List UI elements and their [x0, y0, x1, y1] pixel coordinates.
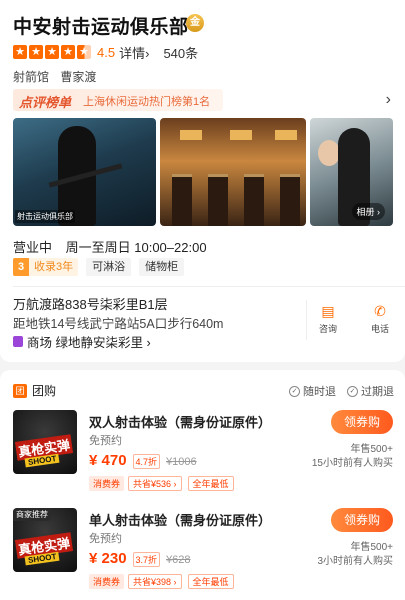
star-icon: ★	[29, 45, 43, 59]
deal-price-row: ¥ 230 3.7折 ¥628	[89, 550, 191, 567]
recent-purchase: 15小时前有人购买	[311, 458, 393, 469]
rating-detail-link[interactable]: 详情›	[119, 43, 149, 62]
deal-original-price: ¥628	[166, 554, 191, 566]
subway-info: 距地铁14号线武宁路站5A口步行640m	[13, 317, 224, 331]
hours-schedule: 周一至周日 10:00–22:00	[65, 240, 207, 255]
deal-price-row: ¥ 470 4.7折 ¥1006	[89, 452, 197, 469]
gold-medal-icon: 金	[186, 14, 204, 32]
annual-sales: 年售500+	[350, 444, 393, 455]
check-icon: ✓	[347, 385, 358, 397]
ranking-text: 上海休闲运动热门榜第1名	[83, 96, 211, 108]
group-deals-section: 团 团购 ✓ 随时退 ✓ 过期退 真枪实弹 SHOOT 双人射击体验（需身份证原…	[0, 370, 405, 600]
open-status: 营业中	[13, 240, 53, 255]
consult-button[interactable]: ▤ 咨询	[308, 303, 348, 335]
gallery-photo-range[interactable]	[160, 118, 306, 226]
star-icon: ★	[61, 45, 75, 59]
group-buy-icon: 团	[13, 383, 27, 398]
shop-title: 中安射击运动俱乐部	[13, 17, 189, 38]
gallery-photo-shooter[interactable]: 射击运动俱乐部	[13, 118, 156, 226]
deal-coupons: 消费券 共省¥398 › 全年最低	[89, 574, 234, 589]
range-lane	[208, 174, 228, 226]
years-label: 收录3年	[29, 258, 79, 276]
deals-title: 团购	[32, 384, 57, 398]
chevron-right-icon: ›	[385, 91, 391, 108]
saving-tag[interactable]: 共省¥536 ›	[128, 476, 182, 491]
range-lane	[280, 174, 300, 226]
years-number: 3	[13, 258, 29, 276]
range-lane	[172, 174, 192, 226]
range-sign	[230, 130, 252, 140]
address[interactable]: 万航渡路838号柒彩里B1层	[13, 294, 168, 313]
photo-gallery[interactable]: 射击运动俱乐部 相册 ›	[13, 118, 393, 226]
review-count[interactable]: 540条	[163, 43, 198, 62]
range-lane	[244, 174, 264, 226]
person-head	[318, 140, 340, 166]
deals-header: 团 团购	[13, 382, 56, 399]
star-icon: ★	[13, 45, 27, 59]
range-sign	[275, 130, 297, 140]
deal-item[interactable]: 真枪实弹 SHOOT 双人射击体验（需身份证原件） 免预约 ¥ 470 4.7折…	[13, 410, 393, 502]
buy-with-coupon-button[interactable]: 领券购	[331, 508, 393, 532]
saving-tag[interactable]: 共省¥398 ›	[128, 574, 182, 589]
buy-with-coupon-button[interactable]: 领券购	[331, 410, 393, 434]
deal-price: ¥ 470	[89, 452, 127, 469]
ranking-label: 点评榜单	[19, 95, 72, 110]
area-tag[interactable]: 曹家渡	[60, 70, 96, 84]
photo-caption: 射击运动俱乐部	[15, 210, 75, 223]
deal-reservation: 免预约	[89, 435, 122, 447]
coupon-tag: 消费券	[89, 574, 125, 589]
shop-info-card: 中安射击运动俱乐部 金 ★ ★ ★ ★ ★ 4.5 详情› 540条 射箭馆 曹…	[0, 0, 405, 362]
chat-icon: ▤	[321, 303, 335, 319]
range-sign	[180, 130, 202, 140]
deal-thumbnail: 真枪实弹 SHOOT	[13, 410, 77, 474]
call-button[interactable]: ✆ 电话	[360, 303, 400, 335]
coupon-tag: 消费券	[89, 476, 125, 491]
recent-purchase: 3小时前有人购买	[317, 556, 393, 567]
mall-icon	[13, 336, 23, 347]
mall-label: 商场 绿地静安柒彩里 ›	[27, 336, 151, 350]
feature-chips: 3 收录3年 可淋浴 储物柜	[13, 258, 192, 276]
deal-thumbnail: 商家推荐 真枪实弹 SHOOT	[13, 508, 77, 572]
lowest-price-tag: 全年最低	[187, 574, 234, 589]
album-button[interactable]: 相册 ›	[351, 203, 385, 220]
deal-price: ¥ 230	[89, 550, 127, 567]
deal-discount: 3.7折	[132, 552, 161, 567]
check-icon: ✓	[289, 385, 300, 397]
category-tag[interactable]: 射箭馆	[13, 70, 49, 84]
category-tags: 射箭馆 曹家渡	[13, 68, 104, 85]
star-icon: ★	[45, 45, 59, 59]
deal-reservation: 免预约	[89, 533, 122, 545]
merchant-recommend-tag: 商家推荐	[13, 508, 51, 521]
deal-discount: 4.7折	[132, 454, 161, 469]
refund-anytime: ✓ 随时退	[289, 383, 336, 399]
deal-name: 双人射击体验（需身份证原件）	[89, 415, 272, 430]
lowest-price-tag: 全年最低	[187, 476, 234, 491]
call-label: 电话	[370, 324, 389, 334]
mall-link[interactable]: 商场 绿地静安柒彩里 ›	[13, 332, 151, 351]
gallery-photo-people[interactable]: 相册 ›	[310, 118, 393, 226]
deal-coupons: 消费券 共省¥536 › 全年最低	[89, 476, 234, 491]
amenity-chip: 储物柜	[139, 258, 185, 276]
deal-original-price: ¥1006	[166, 456, 197, 468]
rating-row[interactable]: ★ ★ ★ ★ ★ 4.5 详情› 540条	[13, 43, 198, 62]
amenity-chip: 可淋浴	[86, 258, 132, 276]
ranking-banner[interactable]: 点评榜单 上海休闲运动热门榜第1名 ›	[13, 89, 391, 111]
business-hours: 营业中 周一至周日 10:00–22:00	[13, 237, 207, 256]
rating-score: 4.5	[97, 44, 116, 60]
half-star-icon: ★	[77, 45, 91, 59]
deal-item[interactable]: 商家推荐 真枪实弹 SHOOT 单人射击体验（需身份证原件） 免预约 ¥ 230…	[13, 508, 393, 600]
refund-expired: ✓ 过期退	[347, 383, 394, 399]
divider	[13, 286, 405, 287]
phone-icon: ✆	[374, 303, 386, 319]
divider	[306, 300, 307, 340]
annual-sales: 年售500+	[350, 542, 393, 553]
consult-label: 咨询	[318, 324, 337, 334]
deal-name: 单人射击体验（需身份证原件）	[89, 513, 272, 528]
